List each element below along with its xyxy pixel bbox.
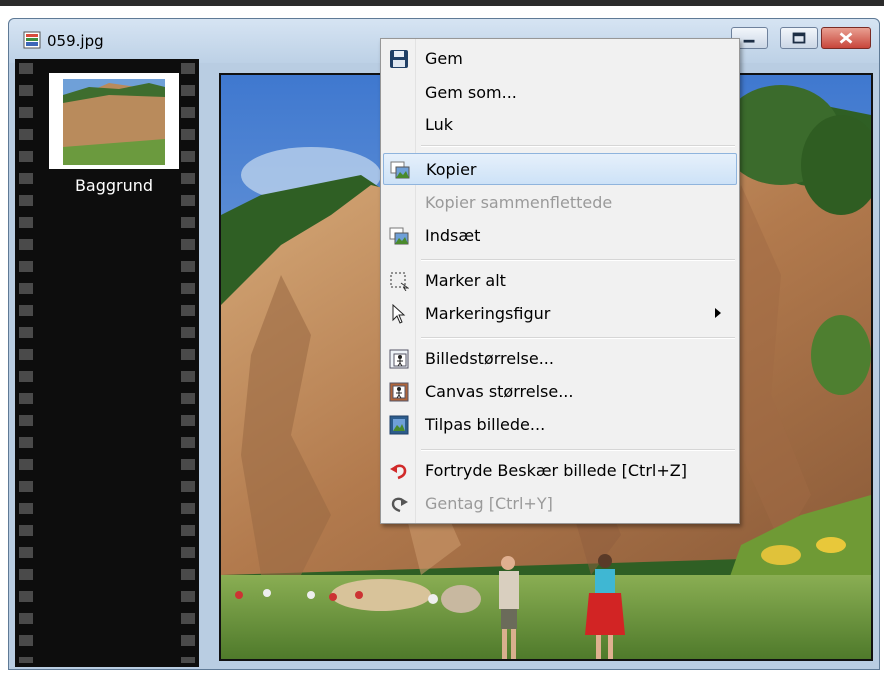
- menu-label-redo: Gentag [Ctrl+Y]: [425, 494, 553, 513]
- menu-label-close: Luk: [425, 115, 454, 134]
- menu-item-select-all[interactable]: Marker alt: [383, 265, 737, 297]
- menu-label-copy-merged: Kopier sammenflettede: [425, 193, 613, 212]
- film-perforations-left: [19, 63, 33, 663]
- menu-item-paste[interactable]: Indsæt: [383, 220, 737, 252]
- menu-label-save-as: Gem som...: [425, 83, 517, 102]
- menu-item-save[interactable]: Gem: [383, 43, 737, 75]
- menu-label-undo: Fortryde Beskær billede [Ctrl+Z]: [425, 461, 687, 480]
- layer-thumbnail-image: [49, 73, 179, 169]
- undo-arrow-icon: [390, 464, 407, 480]
- menu-label-fit-image: Tilpas billede...: [425, 415, 546, 434]
- layer-thumbnail[interactable]: [49, 73, 179, 169]
- menu-separator: [421, 145, 735, 147]
- maximize-button[interactable]: [780, 27, 818, 49]
- menu-item-canvas-size[interactable]: Canvas størrelse...: [383, 376, 737, 408]
- menu-label-copy: Kopier: [426, 160, 477, 179]
- context-menu: Gem Gem som... Luk Kopier Kopier sammenf…: [380, 38, 740, 524]
- layer-name[interactable]: Baggrund: [45, 176, 183, 195]
- cursor-arrow-icon: [392, 304, 406, 324]
- restore-icon: [792, 32, 806, 44]
- image-size-icon: [389, 349, 409, 369]
- menu-separator: [421, 259, 735, 261]
- canvas-size-icon: [389, 382, 409, 402]
- menu-item-copy[interactable]: Kopier: [383, 153, 737, 185]
- fit-image-icon: [389, 415, 409, 435]
- menu-item-image-size[interactable]: Billedstørrelse...: [383, 343, 737, 375]
- layer-filmstrip: Baggrund: [15, 59, 199, 667]
- menu-label-canvas-size: Canvas størrelse...: [425, 382, 574, 401]
- desktop-edge: [0, 0, 884, 6]
- copy-image-icon: [390, 161, 410, 179]
- menu-label-image-size: Billedstørrelse...: [425, 349, 554, 368]
- menu-item-selection-shape[interactable]: Markeringsfigur: [383, 298, 737, 330]
- menu-label-paste: Indsæt: [425, 226, 481, 245]
- menu-label-selection-shape: Markeringsfigur: [425, 304, 551, 323]
- menu-item-undo[interactable]: Fortryde Beskær billede [Ctrl+Z]: [383, 455, 737, 487]
- menu-separator: [421, 337, 735, 339]
- menu-item-copy-merged[interactable]: Kopier sammenflettede: [383, 187, 737, 219]
- select-all-icon: [390, 272, 409, 291]
- menu-label-save: Gem: [425, 49, 463, 68]
- image-file-icon: [23, 31, 41, 49]
- film-perforations-right: [181, 63, 195, 663]
- menu-item-fit-image[interactable]: Tilpas billede...: [383, 409, 737, 441]
- menu-item-redo[interactable]: Gentag [Ctrl+Y]: [383, 488, 737, 520]
- menu-label-select-all: Marker alt: [425, 271, 506, 290]
- close-icon: [839, 32, 853, 44]
- menu-separator: [421, 449, 735, 451]
- close-button[interactable]: [821, 27, 871, 49]
- submenu-arrow-icon: [715, 308, 721, 318]
- floppy-disk-icon: [390, 50, 408, 68]
- redo-arrow-icon: [391, 497, 408, 513]
- paste-image-icon: [389, 227, 409, 245]
- menu-item-close[interactable]: Luk: [383, 109, 737, 141]
- menu-item-save-as[interactable]: Gem som...: [383, 77, 737, 109]
- window-title: 059.jpg: [47, 32, 104, 50]
